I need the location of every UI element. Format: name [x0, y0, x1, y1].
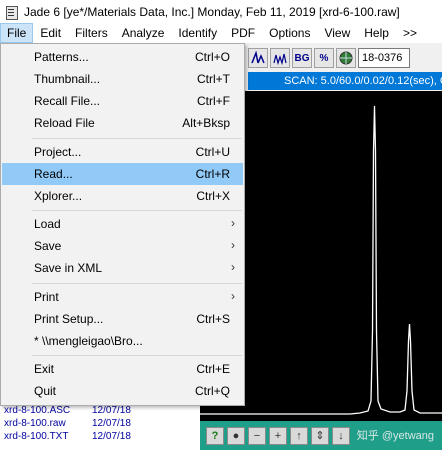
- menu-separator: [32, 283, 242, 284]
- file-name: xrd-8-100.ASC: [4, 405, 71, 416]
- chevron-right-icon: ›: [231, 238, 235, 252]
- zoom-in-button[interactable]: +: [269, 426, 287, 445]
- menu-separator: [32, 355, 242, 356]
- menu-help[interactable]: Help: [357, 23, 396, 43]
- chevron-right-icon: ›: [231, 289, 235, 303]
- globe-icon: [339, 51, 353, 65]
- peak-marker-button[interactable]: [248, 48, 268, 68]
- file-menu-dropdown: Patterns... Ctrl+O Thumbnail... Ctrl+T R…: [0, 43, 245, 406]
- zoom-out-button[interactable]: −: [248, 426, 266, 445]
- scan-header: SCAN: 5.0/60.0/0.02/0.12(sec), Cu: [248, 72, 442, 90]
- menu-separator: [32, 138, 242, 139]
- menu-item-recent-file[interactable]: * \\mengleigao\Bro...: [2, 330, 243, 352]
- file-name: xrd-8-100.TXT: [4, 431, 69, 442]
- expand-button[interactable]: ⇕: [311, 426, 329, 445]
- help-button[interactable]: ?: [206, 426, 224, 445]
- arrow-down-icon: ↓: [338, 429, 344, 442]
- menu-item-save[interactable]: Save ›: [2, 235, 243, 257]
- background-button[interactable]: BG: [292, 48, 312, 68]
- file-row[interactable]: xrd-8-100.TXT 12/07/18: [4, 431, 131, 442]
- file-date: 12/07/18: [92, 431, 131, 442]
- menu-item-read[interactable]: Read... Ctrl+R: [2, 163, 243, 185]
- file-row[interactable]: xrd-8-100.ASC 12/07/18: [4, 405, 131, 416]
- file-name: xrd-8-100.raw: [4, 418, 66, 429]
- double-arrow-icon: ⇕: [315, 430, 325, 442]
- peak-icon: [251, 51, 265, 64]
- file-row[interactable]: xrd-8-100.raw 12/07/18: [4, 418, 131, 429]
- globe-button[interactable]: [336, 48, 356, 68]
- menu-item-print-setup[interactable]: Print Setup... Ctrl+S: [2, 308, 243, 330]
- menu-filters[interactable]: Filters: [68, 23, 115, 43]
- menu-view[interactable]: View: [317, 23, 357, 43]
- menu-more[interactable]: >>: [396, 23, 424, 43]
- menu-item-print[interactable]: Print ›: [2, 286, 243, 308]
- minus-icon: −: [253, 429, 261, 442]
- circle-icon: ●: [232, 429, 240, 442]
- menu-options[interactable]: Options: [262, 23, 317, 43]
- plus-icon: +: [274, 429, 282, 442]
- file-list: xrd-8-100.ASC 12/07/18 xrd-8-100.raw 12/…: [0, 404, 200, 450]
- spectrum-icon: [273, 53, 287, 65]
- menu-item-load[interactable]: Load ›: [2, 213, 243, 235]
- menu-item-patterns[interactable]: Patterns... Ctrl+O: [2, 46, 243, 68]
- app-icon: [4, 5, 18, 20]
- menu-item-thumbnail[interactable]: Thumbnail... Ctrl+T: [2, 68, 243, 90]
- toolbar: BG % 18-0376: [248, 46, 442, 70]
- bottom-toolbar: ? ● − + ↑ ⇕ ↓ 知乎 @yetwang: [200, 421, 442, 450]
- menu-item-quit[interactable]: Quit Ctrl+Q: [2, 380, 243, 402]
- menu-item-exit[interactable]: Exit Ctrl+E: [2, 358, 243, 380]
- record-button[interactable]: ●: [227, 426, 245, 445]
- menu-bar: File Edit Filters Analyze Identify PDF O…: [0, 23, 442, 43]
- menu-identify[interactable]: Identify: [171, 23, 224, 43]
- menu-item-recall-file[interactable]: Recall File... Ctrl+F: [2, 90, 243, 112]
- file-date: 12/07/18: [92, 405, 131, 416]
- chevron-right-icon: ›: [231, 260, 235, 274]
- pdf-card-field[interactable]: 18-0376: [358, 48, 410, 68]
- spectrum-button[interactable]: [270, 48, 290, 68]
- arrow-up-icon: ↑: [296, 429, 302, 442]
- question-icon: ?: [211, 429, 219, 442]
- watermark-text: 知乎 @yetwang: [356, 430, 434, 442]
- menu-separator: [32, 210, 242, 211]
- menu-edit[interactable]: Edit: [33, 23, 68, 43]
- menu-item-save-xml[interactable]: Save in XML ›: [2, 257, 243, 279]
- menu-item-project[interactable]: Project... Ctrl+U: [2, 141, 243, 163]
- window-title: Jade 6 [ye*/Materials Data, Inc.] Monday…: [24, 4, 400, 19]
- menu-pdf[interactable]: PDF: [224, 23, 262, 43]
- percent-button[interactable]: %: [314, 48, 334, 68]
- title-bar: Jade 6 [ye*/Materials Data, Inc.] Monday…: [0, 0, 442, 23]
- scroll-down-button[interactable]: ↓: [332, 426, 350, 445]
- chevron-right-icon: ›: [231, 216, 235, 230]
- menu-item-xplorer[interactable]: Xplorer... Ctrl+X: [2, 185, 243, 207]
- file-date: 12/07/18: [92, 418, 131, 429]
- scroll-up-button[interactable]: ↑: [290, 426, 308, 445]
- menu-analyze[interactable]: Analyze: [115, 23, 172, 43]
- menu-item-reload-file[interactable]: Reload File Alt+Bksp: [2, 112, 243, 134]
- menu-file[interactable]: File: [0, 23, 34, 43]
